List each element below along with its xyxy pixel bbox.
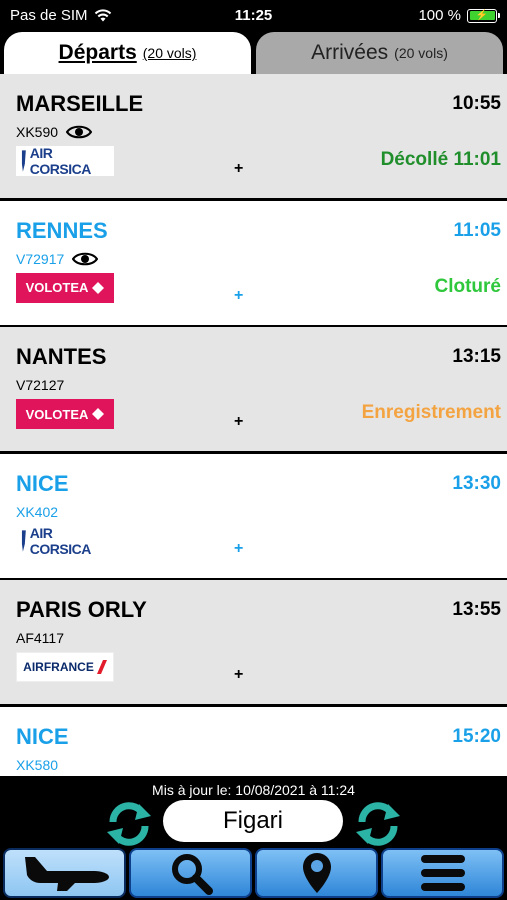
flight-number-row: V72917 [16,250,99,267]
status-bar: Pas de SIM 11:25 100 % ⚡ [0,0,507,30]
flight-row[interactable]: NICE15:20XK580AIR CORSICA [0,706,507,776]
flight-number: V72127 [16,377,65,393]
flight-number: AF4117 [16,630,64,646]
flight-destination: RENNES [16,217,108,243]
refresh-icon[interactable] [103,800,155,848]
flight-destination: NANTES [16,344,107,369]
expand-plus-button[interactable]: + [234,666,243,684]
flight-time: 13:55 [452,599,501,620]
flight-time: 13:15 [452,346,501,367]
battery-percent: 100 % [418,7,461,24]
eye-icon[interactable] [72,251,99,267]
expand-plus-button[interactable]: + [234,540,243,558]
tab-departures-label: Départs [58,41,137,64]
expand-plus-button[interactable]: + [234,287,243,305]
eye-icon[interactable] [66,124,93,140]
expand-plus-button[interactable]: + [234,413,243,431]
airline-logo-aircorsica: AIR CORSICA [16,145,114,177]
flight-number: XK590 [16,124,59,140]
flight-destination: PARIS ORLY [16,597,147,622]
nav-map-button[interactable] [255,848,378,898]
refresh-icon[interactable] [352,800,404,848]
aircorsica-mark-icon [21,529,26,552]
flight-row[interactable]: PARIS ORLY 13:55 AF4117 AIRFRANCE + [0,580,507,704]
nav-flights-button[interactable] [3,848,126,898]
plane-icon [24,857,109,891]
flight-time: 10:55 [452,93,501,114]
flight-destination: NICE [16,470,69,496]
battery-icon: ⚡ [467,8,500,23]
flight-status: Enregistrement [361,402,501,423]
flight-number-row: XK580 [16,757,58,773]
airline-logo-text: AIRFRANCE [23,660,94,674]
flight-number: XK402 [16,503,59,520]
flight-row[interactable]: RENNES 11:05 V72917 VOLOTEA + Cloturé [0,200,507,325]
airline-logo-aircorsica: AIR CORSICA [16,524,114,557]
flight-destination: NICE [16,723,69,749]
flight-row[interactable]: NANTES 13:15 V72127 VOLOTEA + Enregistrement [0,327,507,451]
flight-time: 11:05 [453,219,501,241]
bottom-panel: Mis à jour le: 10/08/2021 à 11:24 Figari [0,776,507,900]
battery-status: 100 % ⚡ [418,7,500,24]
airline-logo-text: AIR CORSICA [29,145,92,177]
aircorsica-mark-icon [21,150,26,172]
menu-icon [420,855,465,891]
airline-logo-text: VOLOTEA [25,406,89,422]
airport-selector[interactable]: Figari [163,800,343,842]
tab-arrivals[interactable]: Arrivées (20 vols) [256,32,503,74]
tab-departures-count: (20 vols) [142,45,197,61]
volotea-mark-icon [92,408,105,420]
airline-logo-volotea: VOLOTEA [16,399,114,429]
flight-app-screen: Pas de SIM 11:25 100 % ⚡ Départs (20 vol… [0,0,507,900]
flight-time: 15:20 [452,725,501,747]
flight-number: XK580 [16,756,59,773]
airline-logo-text: VOLOTEA [25,280,89,295]
flight-number-row: V72127 [16,377,64,393]
last-updated: Mis à jour le: 10/08/2021 à 11:24 [152,782,355,798]
flight-destination: MARSEILLE [16,91,144,116]
flight-number: V72917 [16,250,65,267]
flight-status: Décollé 11:01 [380,149,501,170]
volotea-mark-icon [92,281,105,294]
nav-search-button[interactable] [129,848,252,898]
expand-plus-button[interactable]: + [234,160,243,178]
airline-logo-volotea: VOLOTEA [16,272,114,303]
flight-list[interactable]: MARSEILLE 10:55 XK590 AIR CORSICA + Décollé 1… [0,74,507,776]
tab-bar: Départs (20 vols) Arrivées (20 vols) [0,30,507,74]
flight-row[interactable]: MARSEILLE 10:55 XK590 AIR CORSICA + Décollé 1… [0,74,507,198]
airline-logo-text: AIR CORSICA [29,524,92,557]
flight-number-row: XK402 [16,504,58,520]
tab-arrivals-count: (20 vols) [394,45,448,61]
nav-menu-button[interactable] [381,848,504,898]
flight-row[interactable]: NICE 13:30 XK402 AIR CORSICA + [0,453,507,578]
tab-arrivals-label: Arrivées [311,41,389,64]
bottom-nav [0,848,507,900]
location-pin-icon [302,853,331,893]
airline-logo-airfrance: AIRFRANCE [16,652,114,682]
search-icon [171,854,213,895]
flight-number-row: AF4117 [16,630,64,646]
tab-departures[interactable]: Départs (20 vols) [4,32,251,74]
airfrance-stripe-icon [96,660,107,674]
flight-status: Cloturé [434,275,502,297]
flight-time: 13:30 [452,472,501,494]
flight-number-row: XK590 [16,124,93,140]
